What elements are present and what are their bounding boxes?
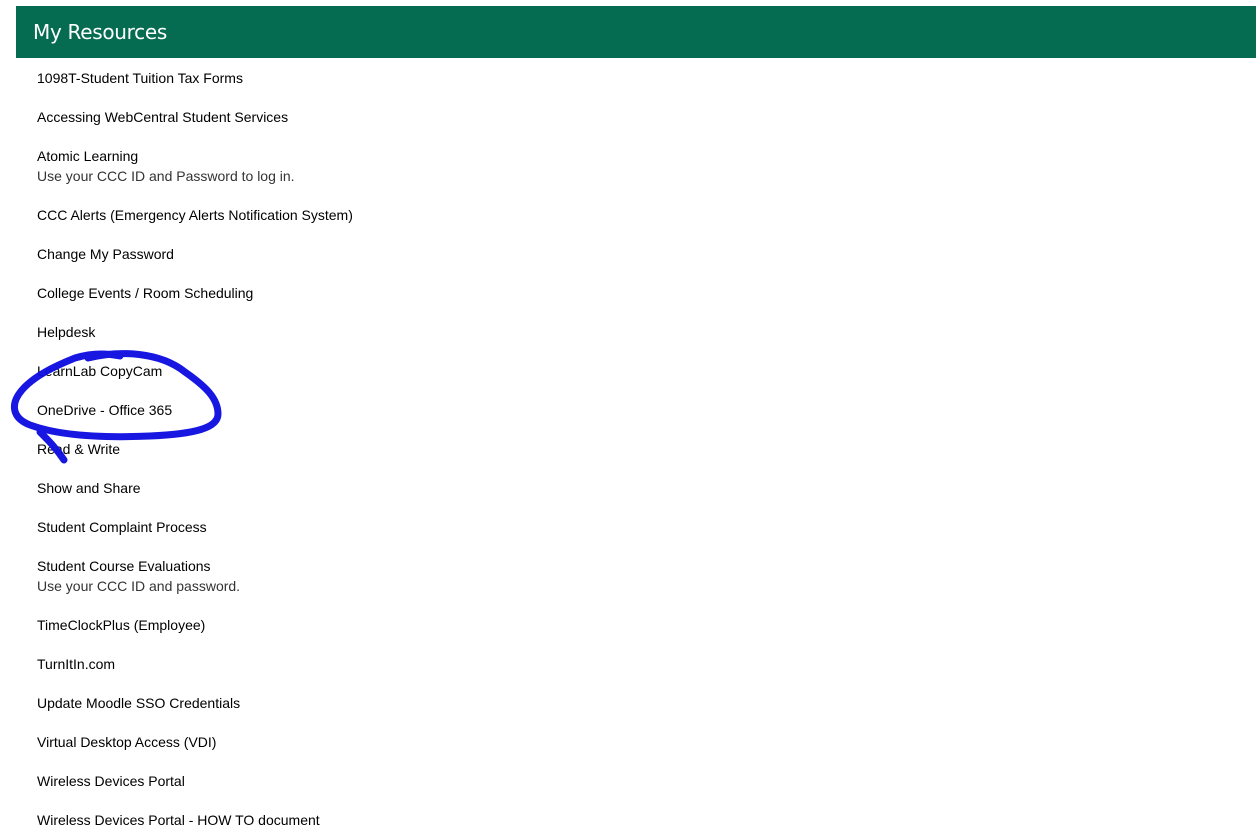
resource-description: Use your CCC ID and Password to log in. — [37, 168, 295, 184]
resource-link-change-password[interactable]: Change My Password — [37, 246, 174, 262]
resource-list: 1098T-Student Tuition Tax Forms Accessin… — [37, 68, 1237, 835]
list-item: College Events / Room Scheduling — [37, 283, 1237, 303]
list-item: Student Complaint Process — [37, 517, 1237, 537]
resource-link-wireless-portal[interactable]: Wireless Devices Portal — [37, 773, 185, 789]
list-item: Change My Password — [37, 244, 1237, 264]
list-item: Virtual Desktop Access (VDI) — [37, 732, 1237, 752]
resource-link-atomic-learning[interactable]: Atomic Learning — [37, 148, 138, 164]
resource-link-webcentral[interactable]: Accessing WebCentral Student Services — [37, 109, 288, 125]
resources-page: My Resources 1098T-Student Tuition Tax F… — [0, 0, 1256, 835]
list-item: OneDrive - Office 365 — [37, 400, 1237, 420]
list-item: 1098T-Student Tuition Tax Forms — [37, 68, 1237, 88]
resource-link-timeclockplus[interactable]: TimeClockPlus (Employee) — [37, 617, 205, 633]
resource-link-vdi[interactable]: Virtual Desktop Access (VDI) — [37, 734, 216, 750]
list-item: TimeClockPlus (Employee) — [37, 615, 1237, 635]
resource-link-learnlab-copycam[interactable]: LearnLab CopyCam — [37, 363, 162, 379]
resource-link-complaint-process[interactable]: Student Complaint Process — [37, 519, 207, 535]
list-item: Show and Share — [37, 478, 1237, 498]
resource-description: Use your CCC ID and password. — [37, 578, 241, 594]
list-item: TurnItIn.com — [37, 654, 1237, 674]
list-item: Wireless Devices Portal - HOW TO documen… — [37, 810, 1237, 830]
resource-link-read-write[interactable]: Read & Write — [37, 441, 120, 457]
list-item: LearnLab CopyCam — [37, 361, 1237, 381]
resource-link-ccc-alerts[interactable]: CCC Alerts (Emergency Alerts Notificatio… — [37, 207, 353, 223]
list-item: Student Course Evaluations Use your CCC … — [37, 556, 1237, 596]
list-item: Update Moodle SSO Credentials — [37, 693, 1237, 713]
resource-link-course-evaluations[interactable]: Student Course Evaluations — [37, 558, 211, 574]
list-item: Helpdesk — [37, 322, 1237, 342]
list-item: Wireless Devices Portal — [37, 771, 1237, 791]
resource-link-college-events[interactable]: College Events / Room Scheduling — [37, 285, 253, 301]
header-title: My Resources — [33, 20, 167, 44]
resources-header: My Resources — [16, 6, 1256, 58]
resource-link-helpdesk[interactable]: Helpdesk — [37, 324, 95, 340]
list-item: Read & Write — [37, 439, 1237, 459]
resource-link-turnitin[interactable]: TurnItIn.com — [37, 656, 115, 672]
resource-link-show-and-share[interactable]: Show and Share — [37, 480, 141, 496]
list-item: Atomic Learning Use your CCC ID and Pass… — [37, 146, 1237, 186]
resource-link-moodle-sso[interactable]: Update Moodle SSO Credentials — [37, 695, 240, 711]
resource-link-onedrive[interactable]: OneDrive - Office 365 — [37, 402, 172, 418]
resource-link-wireless-howto[interactable]: Wireless Devices Portal - HOW TO documen… — [37, 812, 320, 828]
resource-link-1098t[interactable]: 1098T-Student Tuition Tax Forms — [37, 70, 243, 86]
list-item: Accessing WebCentral Student Services — [37, 107, 1237, 127]
list-item: CCC Alerts (Emergency Alerts Notificatio… — [37, 205, 1237, 225]
